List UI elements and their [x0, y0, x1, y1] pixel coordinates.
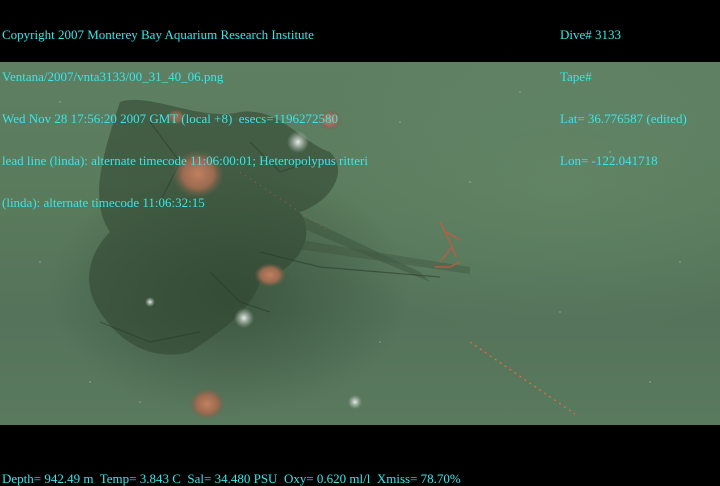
video-frame: Copyright 2007 Monterey Bay Aquarium Res… [0, 0, 720, 486]
timestamp-text: Wed Nov 28 17:56:20 2007 GMT (local +8) … [2, 111, 339, 126]
copyright-text: Copyright 2007 Monterey Bay Aquarium Res… [2, 27, 314, 42]
anemone-middle [254, 263, 286, 287]
white-anemone-3 [145, 297, 155, 307]
white-anemone-4 [348, 395, 362, 409]
anemone-bottom [189, 388, 225, 420]
telemetry-overlay: Depth= 942.49 m Temp= 3.843 C Sal= 34.48… [2, 471, 461, 486]
annotation-line-2: (linda): alternate timecode 11:06:32:15 [2, 195, 205, 210]
latitude-text: Lat= 36.776587 (edited) [560, 111, 687, 126]
laser-line-lower [469, 341, 576, 415]
white-anemone-2 [234, 308, 254, 328]
header-right-overlay: Dive# 3133 Tape# Lat= 36.776587 (edited)… [560, 0, 687, 196]
longitude-text: Lon= -122.041718 [560, 153, 658, 168]
heteropolypus-coral [435, 221, 461, 268]
header-left-overlay: Copyright 2007 Monterey Bay Aquarium Res… [2, 0, 368, 238]
annotation-line-1: lead line (linda): alternate timecode 11… [2, 153, 368, 168]
image-path-text: Ventana/2007/vnta3133/00_31_40_06.png [2, 69, 224, 84]
tape-number-text: Tape# [560, 69, 592, 84]
dive-number-text: Dive# 3133 [560, 27, 622, 42]
